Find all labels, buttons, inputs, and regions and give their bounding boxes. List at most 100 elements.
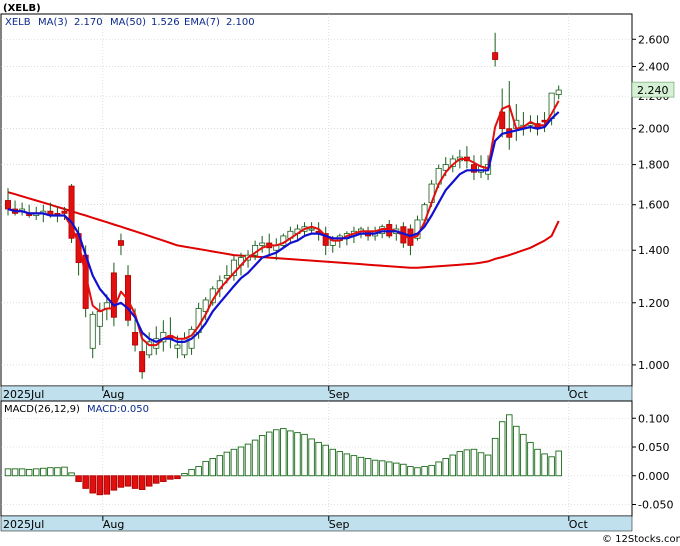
- macd-bar: [75, 475, 82, 482]
- macd-bar: [364, 458, 372, 477]
- macd-bar: [32, 468, 40, 477]
- macd-bar: [287, 430, 294, 477]
- macd-bar: [209, 458, 216, 477]
- macd-x-axis-strip: [0, 515, 633, 532]
- macd-bar: [315, 441, 322, 477]
- macd-bar: [350, 455, 358, 477]
- macd-bar: [117, 475, 125, 488]
- macd-bar: [435, 461, 442, 477]
- macd-bar: [400, 463, 407, 477]
- macd-bar: [202, 460, 209, 477]
- price-y-tick-label: 1.400: [638, 244, 670, 257]
- macd-bar: [47, 467, 54, 477]
- macd-bar: [188, 468, 195, 477]
- macd-bar: [216, 455, 224, 477]
- price-x-label: Oct: [569, 388, 589, 401]
- macd-bar: [18, 468, 26, 477]
- macd-bar: [265, 431, 273, 477]
- macd-bar: [230, 448, 238, 477]
- macd-bar: [54, 467, 61, 477]
- price-y-tick-label: 1.600: [638, 199, 670, 212]
- macd-bar: [371, 459, 379, 477]
- macd-bar: [82, 475, 89, 489]
- macd-bar: [534, 448, 541, 477]
- macd-bar: [124, 475, 132, 487]
- legend-ma50-value: 1.526: [151, 17, 180, 28]
- macd-bar: [301, 433, 308, 477]
- macd-bar: [385, 461, 393, 477]
- macd-legend-label: MACD(26,12,9): [4, 404, 80, 415]
- macd-bar: [414, 467, 421, 477]
- macd-bar: [251, 439, 259, 477]
- macd-bar: [160, 475, 167, 482]
- macd-bar: [484, 454, 492, 477]
- chart-svg: 2.6002.4002.2002.0001.8001.6001.4001.200…: [0, 0, 680, 546]
- macd-bar: [477, 452, 485, 477]
- legend-ema7-label: EMA(7): [184, 17, 220, 28]
- macd-bar: [322, 444, 329, 477]
- candle-body: [89, 313, 96, 349]
- price-y-tick-label: 2.600: [638, 33, 670, 46]
- macd-bar: [223, 451, 231, 477]
- macd-bar: [470, 448, 478, 477]
- macd-bar: [449, 454, 457, 477]
- macd-bar: [456, 451, 464, 477]
- macd-bar: [506, 414, 513, 477]
- last-price-tag: 2.240: [631, 81, 675, 98]
- macd-bar: [541, 453, 548, 477]
- macd-bar: [68, 472, 75, 477]
- macd-bar: [513, 425, 520, 477]
- macd-bar: [4, 468, 12, 477]
- macd-bar: [357, 456, 365, 477]
- legend-symbol: XELB: [5, 17, 31, 28]
- macd-bar: [294, 432, 301, 477]
- macd-bar: [548, 456, 555, 477]
- macd-x-label: Sep: [329, 518, 350, 531]
- candle-body: [308, 228, 315, 231]
- price-x-label: 2025Jul: [3, 388, 44, 401]
- macd-bar: [527, 441, 534, 477]
- stock-chart: 2.6002.4002.2002.0001.8001.6001.4001.200…: [0, 0, 680, 546]
- macd-bar: [378, 460, 386, 477]
- price-y-tick-label: 1.200: [638, 297, 670, 310]
- price-y-tick-label: 1.000: [638, 359, 670, 372]
- macd-bar: [153, 475, 160, 484]
- macd-bar: [145, 475, 153, 487]
- legend-ma3-value: 2.170: [74, 17, 103, 28]
- price-y-tick-label: 2.400: [638, 61, 670, 74]
- macd-legend-value: MACD:0.050: [87, 404, 149, 415]
- macd-bar: [555, 450, 562, 477]
- candle-body: [61, 210, 68, 214]
- candle-body: [174, 344, 181, 349]
- macd-bar: [273, 429, 280, 477]
- macd-bar: [393, 462, 400, 477]
- price-x-label: Aug: [103, 388, 124, 401]
- watermark-copyright: © 12Stocks.com: [602, 534, 680, 545]
- candle-body: [132, 332, 139, 346]
- last-price-tag-text: 2.240: [637, 84, 669, 97]
- macd-bar: [407, 466, 414, 477]
- macd-bar: [110, 475, 118, 491]
- macd-bar: [40, 467, 47, 477]
- chart-title: (XELB): [3, 3, 41, 14]
- macd-bar: [96, 475, 104, 496]
- macd-bar: [11, 468, 19, 477]
- candle-body: [555, 89, 562, 96]
- price-x-axis-strip: [0, 385, 633, 402]
- macd-bar: [181, 473, 188, 477]
- macd-bar: [329, 448, 337, 477]
- price-y-tick-label: 2.000: [638, 123, 670, 136]
- macd-bar: [61, 466, 68, 477]
- candle-body: [5, 200, 11, 210]
- macd-bar: [195, 466, 202, 477]
- candle-body: [110, 272, 117, 318]
- macd-x-label: Oct: [569, 518, 589, 531]
- macd-bar: [174, 475, 181, 480]
- candle-body: [117, 240, 124, 246]
- macd-bar: [244, 443, 252, 477]
- legend-ma3-label: MA(3): [38, 17, 68, 28]
- macd-x-label: Aug: [103, 518, 124, 531]
- macd-bar: [25, 468, 33, 477]
- macd-bar: [336, 451, 344, 477]
- macd-bar: [491, 437, 499, 477]
